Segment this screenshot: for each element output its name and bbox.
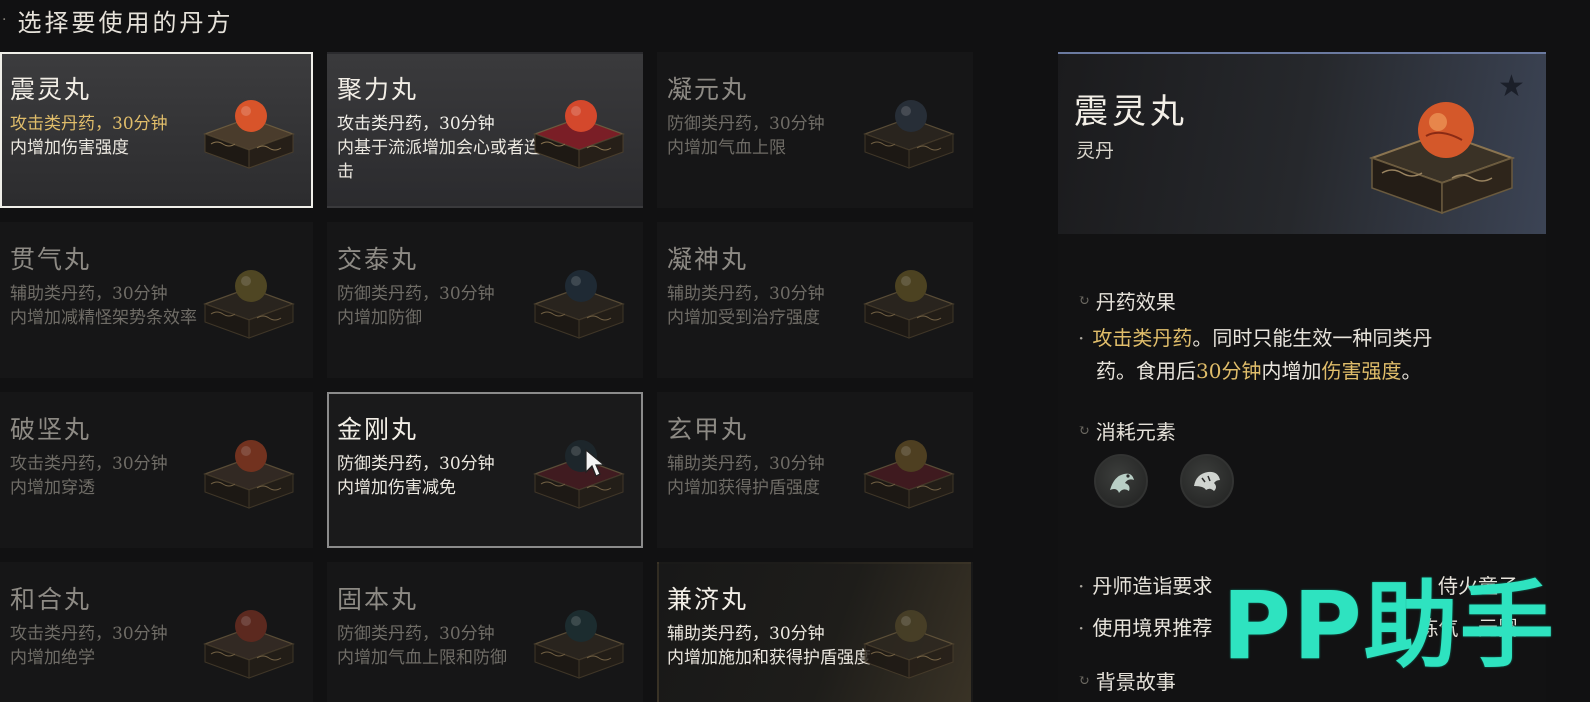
pill-box-icon — [861, 82, 957, 170]
recipe-description: 内增加伤害减免 — [337, 478, 456, 498]
detail-subtitle: 灵丹 — [1076, 140, 1115, 162]
recipe-type: 防御类丹药，30分钟 — [337, 284, 495, 304]
recipe-grid: 震灵丸 攻击类丹药，30分钟 内增加伤害强度 聚力丸 攻击类丹药，30分钟 内基于流派增加… — [0, 52, 973, 702]
story-section-title: ↻ 背景故事 — [1078, 670, 1176, 694]
detail-header: 震灵丸 灵丹 ★ — [1058, 52, 1546, 234]
recipe-name: 固本丸 — [337, 585, 419, 614]
recipe-description: 内增加穿透 — [10, 478, 95, 498]
recipe-name: 玄甲丸 — [667, 415, 749, 444]
recipe-description: 内增加减精怪架势条效率 — [10, 308, 197, 328]
consume-section-title: ↻ 消耗元素 — [1078, 420, 1176, 444]
recipe-name: 破坚丸 — [10, 415, 92, 444]
page-header: · 选择要使用的丹方 — [0, 0, 1050, 40]
section-hook-icon: ↻ — [1078, 292, 1090, 309]
header-bullet-icon: · — [2, 12, 10, 28]
star-icon[interactable]: ★ — [1498, 72, 1528, 102]
pill-box-icon — [531, 592, 627, 680]
recipe-name: 贯气丸 — [10, 245, 92, 274]
recipe-card[interactable]: 金刚丸防御类丹药，30分钟 内增加伤害减免 — [327, 392, 643, 548]
watermark-logo: PP助手 — [1222, 572, 1556, 681]
recipe-name: 聚力丸 — [337, 75, 419, 104]
recipe-card[interactable]: 破坚丸攻击类丹药，30分钟 内增加穿透 — [0, 392, 313, 548]
recipe-type: 防御类丹药，30分钟 — [337, 624, 495, 644]
pill-box-icon — [201, 592, 297, 680]
recipe-type: 辅助类丹药，30分钟 — [667, 624, 825, 644]
pill-box-icon — [531, 252, 627, 340]
recipe-description: 内增加防御 — [337, 308, 422, 328]
recipe-name: 兼济丸 — [667, 585, 749, 614]
recipe-card[interactable]: 固本丸防御类丹药，30分钟 内增加气血上限和防御 — [327, 562, 643, 702]
dragon-element-icon[interactable] — [1094, 454, 1148, 508]
recipe-card[interactable]: 凝神丸辅助类丹药，30分钟 内增加受到治疗强度 — [657, 222, 973, 378]
pill-box-icon — [861, 252, 957, 340]
recipe-card[interactable]: 交泰丸防御类丹药，30分钟 内增加防御 — [327, 222, 643, 378]
recipe-type: 攻击类丹药，30分钟 — [10, 454, 168, 474]
recipe-type: 辅助类丹药，30分钟 — [10, 284, 168, 304]
recipe-card[interactable]: 贯气丸辅助类丹药，30分钟内增加减精怪架势条效率 — [0, 222, 313, 378]
recipe-type: 辅助类丹药，30分钟 — [667, 454, 825, 474]
recipe-card[interactable]: 聚力丸攻击类丹药，30分钟内基于流派增加会心或者连击 — [327, 52, 643, 208]
recipe-name: 凝神丸 — [667, 245, 749, 274]
recipe-card[interactable]: 兼济丸辅助类丹药，30分钟内增加施加和获得护盾强度 — [657, 562, 973, 702]
recipe-type: 攻击类丹药，30分钟 — [337, 114, 495, 134]
pill-box-icon — [531, 82, 627, 170]
recipe-name: 金刚丸 — [337, 415, 419, 444]
recipe-card[interactable]: 玄甲丸辅助类丹药，30分钟 内增加获得护盾强度 — [657, 392, 973, 548]
recipe-type: 防御类丹药，30分钟 — [337, 454, 495, 474]
pill-box-icon — [201, 82, 297, 170]
pill-box-icon — [201, 252, 297, 340]
recipe-name: 凝元丸 — [667, 75, 749, 104]
tiger-element-icon[interactable] — [1180, 454, 1234, 508]
recipe-description: 内增加气血上限 — [667, 138, 786, 158]
recipe-description: 内增加气血上限和防御 — [337, 648, 507, 668]
pill-box-icon — [861, 592, 957, 680]
effect-section-title: ↻ 丹药效果 — [1078, 290, 1176, 314]
recipe-card[interactable]: 震灵丸攻击类丹药，30分钟 内增加伤害强度 — [0, 52, 313, 208]
recipe-description: 内增加施加和获得护盾强度 — [667, 648, 871, 668]
pill-box-icon — [201, 422, 297, 510]
recipe-name: 震灵丸 — [10, 75, 92, 104]
pill-box-icon — [861, 422, 957, 510]
detail-title: 震灵丸 — [1074, 92, 1188, 132]
recipe-description: 内增加绝学 — [10, 648, 95, 668]
recipe-description: 内基于流派增加会心或者连击 — [337, 138, 541, 182]
effect-description: · 攻击类丹药。同时只能生效一种同类丹 药。食用后30分钟内增加伤害强度。 — [1078, 326, 1433, 383]
recipe-name: 交泰丸 — [337, 245, 419, 274]
section-hook-icon: ↻ — [1078, 422, 1090, 439]
recipe-description: 内增加伤害强度 — [10, 138, 129, 158]
page-title: 选择要使用的丹方 — [17, 8, 234, 37]
recipe-type: 辅助类丹药，30分钟 — [667, 284, 825, 304]
recipe-type: 攻击类丹药，30分钟 — [10, 114, 168, 134]
recipe-type: 防御类丹药，30分钟 — [667, 114, 825, 134]
recipe-description: 内增加受到治疗强度 — [667, 308, 820, 328]
recipe-description: 内增加获得护盾强度 — [667, 478, 820, 498]
mouse-cursor-icon — [584, 448, 606, 478]
recipe-name: 和合丸 — [10, 585, 92, 614]
recipe-card[interactable]: 凝元丸防御类丹药，30分钟 内增加气血上限 — [657, 52, 973, 208]
section-hook-icon: ↻ — [1078, 672, 1090, 689]
pill-box-icon — [531, 422, 627, 510]
recipe-type: 攻击类丹药，30分钟 — [10, 624, 168, 644]
recipe-card[interactable]: 和合丸攻击类丹药，30分钟 内增加绝学 — [0, 562, 313, 702]
